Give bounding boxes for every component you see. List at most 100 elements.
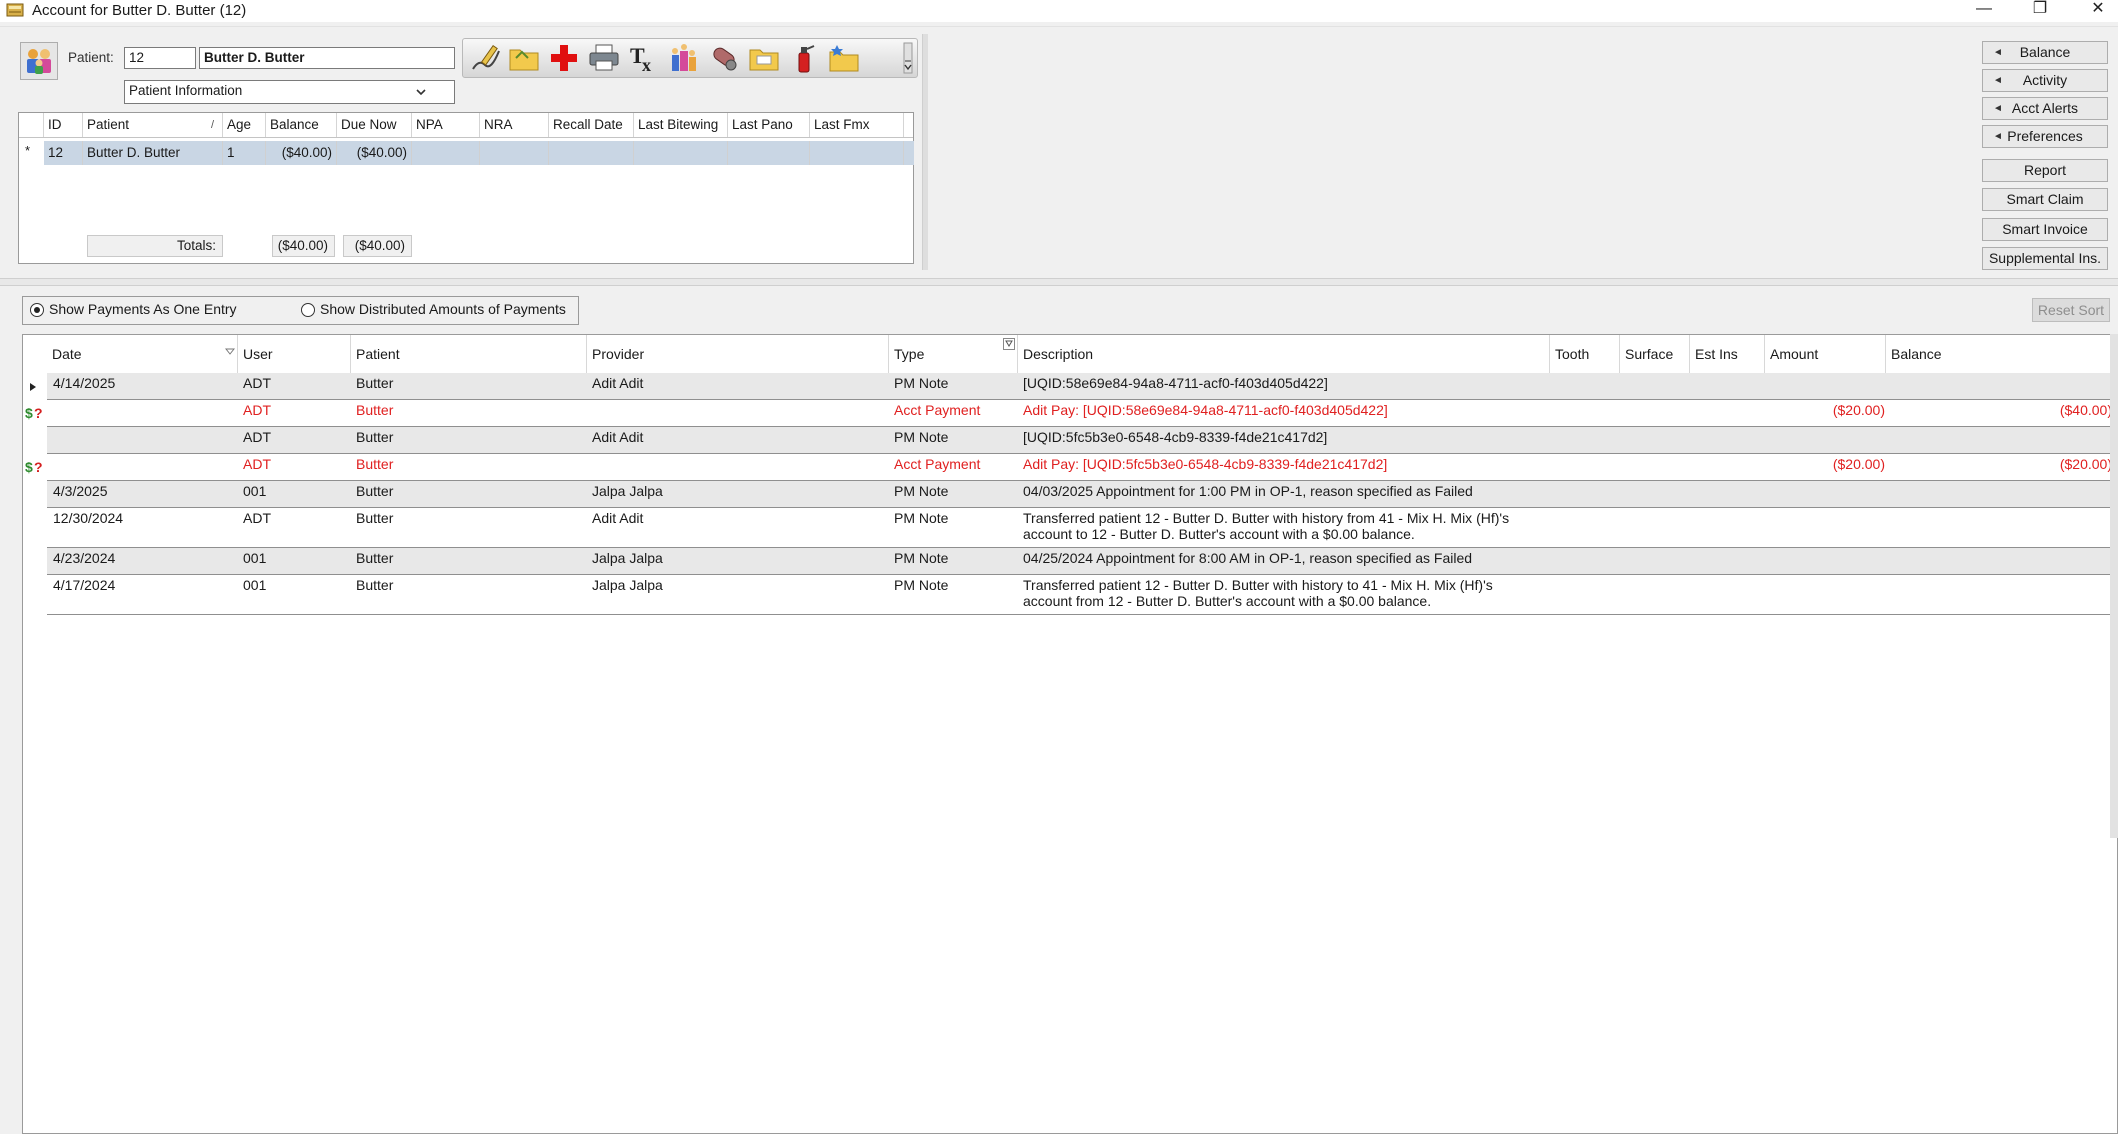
cell-date: 4/17/2024 bbox=[53, 577, 116, 593]
edit-note-icon[interactable] bbox=[469, 41, 503, 75]
column-header-due-now[interactable]: Due Now bbox=[337, 113, 412, 137]
column-header-type[interactable]: Type bbox=[889, 335, 1018, 373]
column-header-description[interactable]: Description bbox=[1018, 335, 1550, 373]
cell-date: 12/30/2024 bbox=[53, 510, 124, 526]
panel-separator[interactable] bbox=[922, 34, 928, 270]
folder-star-icon[interactable] bbox=[827, 41, 861, 75]
cell-date: 4/23/2024 bbox=[53, 550, 116, 566]
folder-icon[interactable] bbox=[507, 41, 541, 75]
payment-unattached-icon: $ ? bbox=[25, 405, 43, 421]
column-header-patient[interactable]: Patient bbox=[351, 335, 587, 373]
ledger-row[interactable]: 4/17/2024 001 Butter Jalpa Jalpa PM Note… bbox=[47, 575, 2117, 615]
filter-icon[interactable] bbox=[225, 348, 235, 358]
sort-indicator-icon: / bbox=[211, 119, 215, 131]
reset-sort-button[interactable]: Reset Sort bbox=[2032, 298, 2110, 322]
ledger-row[interactable]: ADT Butter Adit Adit PM Note [UQID:5fc5b… bbox=[47, 427, 2117, 454]
smart-invoice-button[interactable]: Smart Invoice bbox=[1982, 218, 2108, 241]
balance-button-label: Balance bbox=[2019, 44, 2071, 60]
cell-description: Transferred patient 12 - Butter D. Butte… bbox=[1023, 577, 1493, 609]
column-header-last-bitewing[interactable]: Last Bitewing bbox=[634, 113, 728, 137]
vertical-scrollbar[interactable] bbox=[2110, 334, 2118, 838]
column-header-date[interactable]: Date bbox=[47, 335, 238, 373]
column-header-last-pano[interactable]: Last Pano bbox=[728, 113, 810, 137]
expand-left-icon: ◄ bbox=[1993, 47, 2003, 58]
filter-icon[interactable] bbox=[1003, 338, 1015, 350]
app-icon bbox=[6, 3, 24, 17]
column-header-last-fmx[interactable]: Last Fmx bbox=[810, 113, 904, 137]
column-header-est-ins[interactable]: Est Ins bbox=[1690, 335, 1765, 373]
cell-npa bbox=[412, 141, 480, 165]
expand-left-icon: ◄ bbox=[1993, 75, 2003, 86]
cell-user: ADT bbox=[243, 456, 271, 472]
ledger-row[interactable]: 4/23/2024 001 Butter Jalpa Jalpa PM Note… bbox=[47, 548, 2117, 575]
ledger-row[interactable]: 4/3/2025 001 Butter Jalpa Jalpa PM Note … bbox=[47, 481, 2117, 508]
close-button[interactable]: ✕ bbox=[2078, 0, 2118, 20]
column-header-age[interactable]: Age bbox=[223, 113, 266, 137]
column-header-amount[interactable]: Amount bbox=[1765, 335, 1886, 373]
activity-button[interactable]: ◄ Activity bbox=[1982, 69, 2108, 92]
column-header-surface[interactable]: Surface bbox=[1620, 335, 1690, 373]
svg-text:?: ? bbox=[34, 405, 43, 421]
column-header-type-label: Type bbox=[894, 346, 925, 362]
cell-type: Acct Payment bbox=[894, 402, 981, 418]
printer-icon[interactable] bbox=[587, 41, 621, 75]
report-button[interactable]: Report bbox=[1982, 159, 2108, 182]
column-header-id[interactable]: ID bbox=[44, 113, 83, 137]
cell-patient: Butter bbox=[356, 510, 394, 526]
toolbar-overflow-icon bbox=[903, 42, 913, 74]
current-row-arrow-icon bbox=[30, 383, 36, 391]
cell-description: [UQID:5fc5b3e0-6548-4cb9-8339-f4de21c417… bbox=[1023, 429, 1328, 445]
header-divider bbox=[19, 137, 913, 138]
cell-type: PM Note bbox=[894, 483, 949, 499]
cell-patient: Butter bbox=[356, 375, 394, 391]
ledger-row[interactable]: 4/14/2025 ADT Butter Adit Adit PM Note [… bbox=[47, 373, 2117, 400]
column-header-balance[interactable]: Balance bbox=[1886, 335, 2117, 373]
toolbar-overflow[interactable] bbox=[903, 41, 913, 75]
family-icon[interactable] bbox=[667, 41, 701, 75]
svg-text:$: $ bbox=[25, 459, 33, 475]
totals-label: Totals: bbox=[87, 235, 223, 257]
ledger-row[interactable]: ADT Butter Acct Payment Adit Pay: [UQID:… bbox=[47, 454, 2117, 481]
cell-date: 4/3/2025 bbox=[53, 483, 108, 499]
family-patients-table: ID Patient / Age Balance Due Now NPA NRA… bbox=[18, 112, 914, 264]
balance-button[interactable]: ◄ Balance bbox=[1982, 41, 2108, 64]
cell-patient: Butter D. Butter bbox=[83, 141, 223, 165]
minimize-button[interactable]: — bbox=[1964, 0, 2004, 20]
column-header-provider[interactable]: Provider bbox=[587, 335, 889, 373]
patient-name-field[interactable]: Butter D. Butter bbox=[199, 47, 455, 69]
column-header-nra[interactable]: NRA bbox=[480, 113, 549, 137]
window-title: Account for Butter D. Butter (12) bbox=[32, 2, 247, 19]
column-header-balance[interactable]: Balance bbox=[266, 113, 337, 137]
column-header-npa[interactable]: NPA bbox=[412, 113, 480, 137]
column-header-tooth[interactable]: Tooth bbox=[1550, 335, 1620, 373]
column-header-patient[interactable]: Patient / bbox=[83, 113, 223, 137]
radio-distributed-label[interactable]: Show Distributed Amounts of Payments bbox=[320, 301, 566, 317]
select-patient-button[interactable] bbox=[20, 42, 58, 80]
medical-cross-icon[interactable] bbox=[547, 41, 581, 75]
radio-one-entry-label[interactable]: Show Payments As One Entry bbox=[49, 301, 237, 317]
spray-icon[interactable] bbox=[787, 41, 821, 75]
panel-splitter[interactable] bbox=[0, 278, 2118, 286]
smart-claim-button[interactable]: Smart Claim bbox=[1982, 188, 2108, 211]
column-header-recall-date[interactable]: Recall Date bbox=[549, 113, 634, 137]
supplemental-ins-button[interactable]: Supplemental Ins. bbox=[1982, 247, 2108, 270]
radio-distributed[interactable] bbox=[301, 303, 315, 317]
prescription-icon[interactable]: T x bbox=[627, 41, 661, 75]
acct-alerts-button[interactable]: ◄ Acct Alerts bbox=[1982, 97, 2108, 120]
cell-provider: Jalpa Jalpa bbox=[592, 483, 663, 499]
column-header-user[interactable]: User bbox=[238, 335, 351, 373]
folder-open-icon[interactable] bbox=[747, 41, 781, 75]
preferences-button-label: Preferences bbox=[2007, 128, 2083, 144]
radio-one-entry[interactable] bbox=[30, 303, 44, 317]
patient-id-field[interactable]: 12 bbox=[124, 47, 196, 69]
cell-balance: ($20.00) bbox=[2059, 456, 2112, 472]
preferences-button[interactable]: ◄ Preferences bbox=[1982, 125, 2108, 148]
cell-id: 12 bbox=[44, 141, 83, 165]
patient-view-dropdown[interactable]: Patient Information bbox=[124, 80, 455, 104]
ledger-row[interactable]: 12/30/2024 ADT Butter Adit Adit PM Note … bbox=[47, 508, 2117, 548]
pill-icon[interactable] bbox=[707, 41, 741, 75]
cell-patient: Butter bbox=[356, 577, 394, 593]
restore-button[interactable]: ❐ bbox=[2020, 0, 2060, 20]
ledger-row[interactable]: ADT Butter Acct Payment Adit Pay: [UQID:… bbox=[47, 400, 2117, 427]
cell-provider: Adit Adit bbox=[592, 375, 644, 391]
